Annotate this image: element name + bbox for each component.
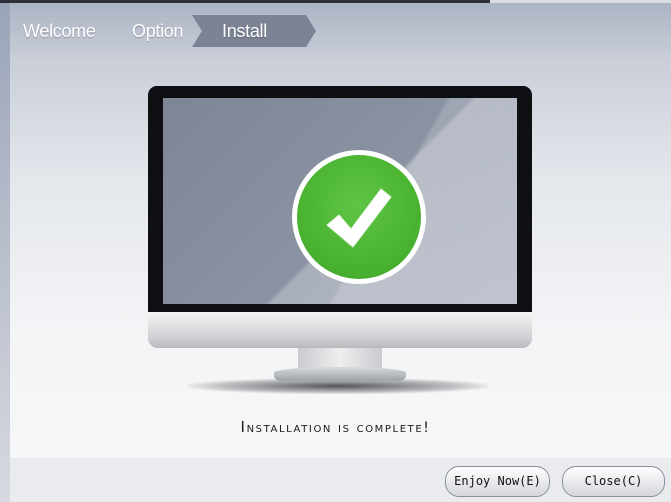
checkmark-icon — [326, 188, 392, 248]
success-circle — [297, 155, 421, 279]
success-badge — [292, 150, 426, 284]
breadcrumb-step-install: Install — [222, 21, 267, 41]
monitor-stand — [274, 367, 406, 381]
breadcrumb-step-welcome: Welcome — [23, 21, 96, 41]
window-top-strip-right — [490, 0, 671, 3]
window-top-strip — [0, 0, 490, 3]
enjoy-now-button[interactable]: Enjoy Now(E) — [445, 466, 550, 497]
monitor-illustration — [148, 86, 532, 394]
breadcrumb-step-option: Option — [132, 21, 184, 41]
close-button[interactable]: Close(C) — [562, 466, 665, 497]
breadcrumb: Welcome Option Install — [10, 15, 490, 47]
status-message: Installation is complete! — [240, 418, 431, 436]
monitor-chin — [148, 312, 532, 348]
monitor-screen — [163, 98, 517, 304]
